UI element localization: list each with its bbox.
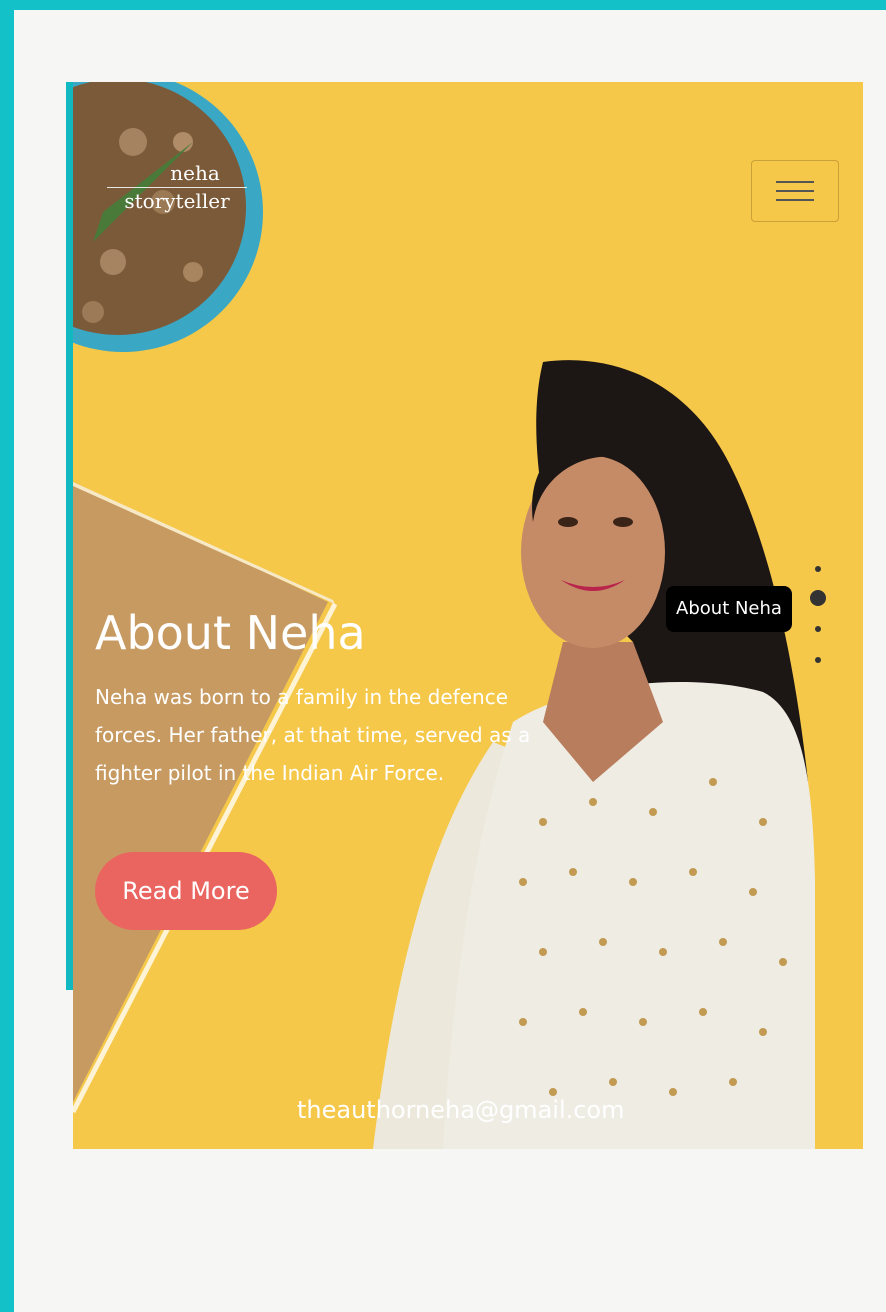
hero-section: neha storyteller About Neha Neha was bor… [73,82,863,1149]
logo-line-1: neha [170,161,220,185]
section-tooltip: About Neha [666,586,792,632]
section-dot-1[interactable] [815,566,821,572]
email-link[interactable]: theauthorneha@gmail.com [297,1096,625,1124]
section-dot-about-neha[interactable] [810,590,826,606]
cork-board-shape [73,482,328,1102]
logo-divider [107,187,247,188]
hamburger-icon [776,174,814,208]
section-dot-3[interactable] [815,626,821,632]
logo-line-2: storyteller [124,189,230,213]
read-more-button[interactable]: Read More [95,852,277,930]
about-title: About Neha [95,606,366,660]
section-dot-4[interactable] [815,657,821,663]
page-container: neha storyteller About Neha Neha was bor… [14,10,886,1312]
about-description: Neha was born to a family in the defence… [95,685,531,785]
site-logo[interactable]: neha storyteller [107,162,247,212]
menu-toggle-button[interactable] [751,160,839,222]
